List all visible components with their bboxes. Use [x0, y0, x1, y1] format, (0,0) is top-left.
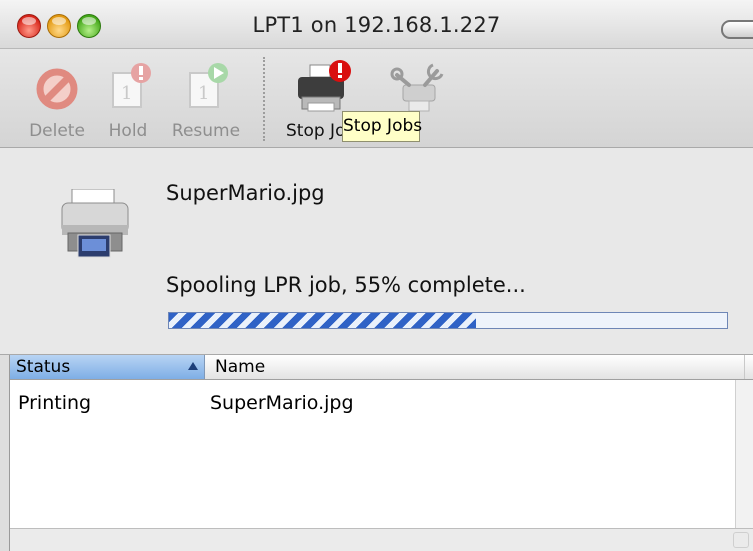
table-row[interactable]: Printing SuperMario.jpg — [10, 392, 745, 418]
printer-icon — [61, 189, 129, 258]
resume-label: Resume — [171, 121, 241, 141]
row-status-cell: Printing — [18, 392, 92, 414]
toolbar-toggle-button[interactable] — [721, 20, 753, 39]
job-progress-fill — [169, 313, 476, 328]
printer-stop-icon — [298, 60, 351, 112]
resume-button[interactable]: 1 Resume — [166, 49, 246, 147]
hold-button[interactable]: 1 Hold — [100, 49, 156, 147]
column-header-name-label: Name — [215, 357, 266, 377]
column-header-name[interactable]: Name — [205, 355, 745, 379]
job-progress-bar — [168, 312, 728, 329]
resize-grip-icon[interactable] — [733, 532, 749, 548]
vertical-scrollbar[interactable] — [735, 380, 753, 528]
svg-text:1: 1 — [198, 83, 209, 104]
left-frame — [0, 355, 10, 551]
stop-jobs-tooltip: Stop Jobs — [342, 111, 422, 142]
jobs-table-header: Status Name — [10, 355, 753, 380]
hold-label: Hold — [108, 121, 148, 141]
current-job-name: SuperMario.jpg — [166, 181, 325, 205]
resume-job-icon: 1 — [189, 63, 228, 108]
current-job-status: Spooling LPR job, 55% complete... — [166, 273, 526, 297]
svg-text:1: 1 — [121, 83, 132, 104]
sort-ascending-icon — [188, 362, 198, 370]
title-bar[interactable]: LPT1 on 192.168.1.227 — [0, 0, 753, 49]
delete-label: Delete — [29, 121, 85, 141]
column-header-status[interactable]: Status — [10, 355, 205, 379]
jobs-table-body[interactable]: Printing SuperMario.jpg — [10, 380, 745, 527]
no-entry-icon — [36, 68, 78, 110]
print-queue-window: LPT1 on 192.168.1.227 Delete 1 Hold 1 Re… — [0, 0, 753, 551]
row-name-cell: SuperMario.jpg — [210, 392, 354, 414]
toolbar-separator — [263, 57, 265, 141]
bottom-bar — [10, 528, 753, 551]
delete-button[interactable]: Delete — [22, 49, 92, 147]
printer-utility-icon — [390, 63, 444, 112]
hold-job-icon: 1 — [112, 63, 151, 108]
window-title: LPT1 on 192.168.1.227 — [252, 13, 501, 37]
column-header-status-label: Status — [16, 357, 71, 377]
